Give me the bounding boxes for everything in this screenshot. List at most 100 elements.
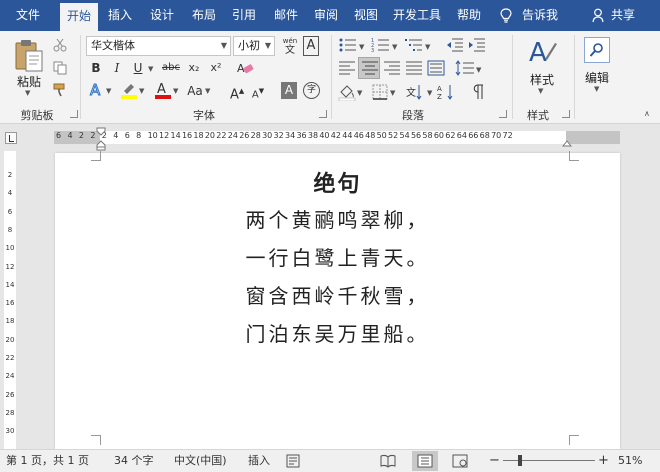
zoom-slider-track[interactable] bbox=[503, 460, 595, 461]
page-count[interactable]: 第 1 页，共 1 页 bbox=[6, 450, 89, 472]
paste-dropdown-icon[interactable]: ▼ bbox=[25, 89, 30, 97]
numbering-icon[interactable]: 123 bbox=[371, 37, 391, 53]
vertical-ruler[interactable]: 2 4 6 8 10 12 14 16 18 20 22 24 26 28 30 bbox=[0, 151, 18, 449]
show-formatting-marks-icon[interactable] bbox=[471, 83, 487, 101]
paste-icon[interactable] bbox=[14, 39, 44, 73]
text-effects-icon[interactable]: A bbox=[88, 81, 106, 99]
insert-mode-indicator[interactable]: 插入 bbox=[248, 450, 270, 472]
web-layout-icon[interactable] bbox=[452, 454, 468, 468]
share-button[interactable]: 共享 bbox=[611, 0, 635, 31]
tab-selector-icon[interactable] bbox=[5, 132, 17, 144]
enclose-characters-button[interactable]: 字 bbox=[303, 82, 320, 99]
italic-button[interactable]: I bbox=[109, 58, 125, 78]
font-color-dropdown-icon[interactable]: ▼ bbox=[173, 87, 178, 95]
find-button[interactable] bbox=[584, 37, 610, 63]
copy-icon[interactable] bbox=[53, 61, 67, 75]
styles-launcher-icon[interactable] bbox=[562, 110, 570, 118]
language-indicator[interactable]: 中文(中国) bbox=[174, 450, 227, 472]
user-icon[interactable] bbox=[592, 8, 606, 23]
phonetic-guide-button[interactable]: wén 文 bbox=[279, 36, 301, 56]
tab-file[interactable]: 文件 bbox=[4, 0, 52, 31]
poem-line[interactable]: 门泊东吴万里船。 bbox=[55, 315, 620, 353]
align-center-button[interactable] bbox=[358, 57, 380, 79]
tab-insert[interactable]: 插入 bbox=[102, 0, 138, 31]
line-spacing-dropdown-icon[interactable]: ▼ bbox=[476, 66, 481, 74]
tab-help[interactable]: 帮助 bbox=[451, 0, 487, 31]
align-right-icon[interactable] bbox=[383, 60, 401, 76]
tell-me-search[interactable]: 告诉我 bbox=[522, 0, 558, 31]
bold-button[interactable]: B bbox=[88, 58, 104, 78]
paste-label[interactable]: 粘贴 bbox=[14, 73, 44, 90]
editing-dropdown-icon[interactable]: ▼ bbox=[594, 85, 599, 93]
shrink-font-button[interactable]: A▼ bbox=[251, 81, 265, 101]
print-layout-button[interactable] bbox=[412, 451, 438, 471]
collapse-ribbon-icon[interactable]: ∧ bbox=[644, 109, 650, 118]
horizontal-ruler[interactable]: 6 4 2 2 2 4 6 8 10 12 14 16 18 20 22 24 26 28 30 32 34 36 38 40… bbox=[0, 124, 660, 151]
justify-icon[interactable] bbox=[405, 60, 423, 76]
clipboard-launcher-icon[interactable] bbox=[70, 110, 78, 118]
poem-line[interactable]: 一行白鹭上青天。 bbox=[55, 239, 620, 277]
tab-layout[interactable]: 布局 bbox=[186, 0, 222, 31]
zoom-slider-thumb[interactable] bbox=[518, 455, 522, 466]
bullets-dropdown-icon[interactable]: ▼ bbox=[359, 43, 364, 51]
poem-title[interactable]: 绝句 bbox=[55, 167, 620, 201]
borders-icon[interactable] bbox=[372, 84, 388, 100]
character-border-button[interactable]: A bbox=[303, 36, 319, 56]
grow-font-button[interactable]: A▲ bbox=[230, 81, 244, 102]
paragraph-launcher-icon[interactable] bbox=[499, 110, 507, 118]
editing-label[interactable]: 编辑 bbox=[578, 69, 616, 86]
tab-developer[interactable]: 开发工具 bbox=[389, 0, 445, 31]
align-left-icon[interactable] bbox=[338, 60, 356, 76]
numbering-dropdown-icon[interactable]: ▼ bbox=[392, 43, 397, 51]
zoom-in-button[interactable]: + bbox=[598, 450, 609, 472]
font-launcher-icon[interactable] bbox=[319, 110, 327, 118]
chinese-layout-dropdown-icon[interactable]: ▼ bbox=[427, 89, 432, 97]
cut-icon[interactable] bbox=[53, 38, 67, 52]
word-count[interactable]: 34 个字 bbox=[114, 450, 154, 472]
shading-dropdown-icon[interactable]: ▼ bbox=[357, 89, 362, 97]
strikethrough-button[interactable]: abc bbox=[160, 58, 182, 78]
multilevel-dropdown-icon[interactable]: ▼ bbox=[425, 43, 430, 51]
decrease-indent-icon[interactable] bbox=[446, 37, 464, 53]
borders-dropdown-icon[interactable]: ▼ bbox=[390, 89, 395, 97]
read-mode-icon[interactable] bbox=[380, 454, 396, 468]
subscript-button[interactable]: x₂ bbox=[185, 58, 203, 78]
styles-dropdown-icon[interactable]: ▼ bbox=[538, 87, 543, 95]
poem-body[interactable]: 绝句 两个黄鹂鸣翠柳， 一行白鹭上青天。 窗含西岭千秋雪， 门泊东吴万里船。 bbox=[55, 167, 620, 353]
font-size-select[interactable]: 小初 ▼ bbox=[233, 36, 275, 56]
multilevel-list-icon[interactable] bbox=[404, 37, 424, 53]
tab-review[interactable]: 审阅 bbox=[308, 0, 344, 31]
increase-indent-icon[interactable] bbox=[468, 37, 486, 53]
chinese-layout-icon[interactable]: 文 bbox=[406, 83, 426, 101]
tab-references[interactable]: 引用 bbox=[226, 0, 262, 31]
underline-button[interactable]: U bbox=[130, 58, 146, 78]
text-effects-dropdown-icon[interactable]: ▼ bbox=[106, 87, 111, 95]
poem-line[interactable]: 两个黄鹂鸣翠柳， bbox=[55, 201, 620, 239]
shading-icon[interactable] bbox=[338, 83, 356, 101]
sort-icon[interactable]: AZ bbox=[437, 83, 457, 101]
lightbulb-icon[interactable] bbox=[500, 8, 512, 23]
distributed-icon[interactable] bbox=[427, 60, 445, 76]
right-indent-marker-icon[interactable] bbox=[562, 139, 572, 147]
tab-design[interactable]: 设计 bbox=[144, 0, 180, 31]
highlighter-icon[interactable] bbox=[120, 81, 138, 99]
font-name-select[interactable]: 华文楷体 ▼ bbox=[86, 36, 231, 56]
highlight-dropdown-icon[interactable]: ▼ bbox=[139, 87, 144, 95]
format-painter-icon[interactable] bbox=[53, 83, 67, 97]
font-color-icon[interactable]: A bbox=[154, 81, 172, 99]
tab-home[interactable]: 开始 bbox=[60, 3, 98, 31]
document-canvas[interactable]: 绝句 两个黄鹂鸣翠柳， 一行白鹭上青天。 窗含西岭千秋雪， 门泊东吴万里船。 bbox=[18, 151, 660, 449]
tab-mailings[interactable]: 邮件 bbox=[268, 0, 304, 31]
zoom-level[interactable]: 51% bbox=[618, 450, 642, 472]
underline-dropdown-icon[interactable]: ▼ bbox=[148, 65, 153, 73]
line-spacing-icon[interactable] bbox=[455, 60, 475, 76]
document-page[interactable]: 绝句 两个黄鹂鸣翠柳， 一行白鹭上青天。 窗含西岭千秋雪， 门泊东吴万里船。 bbox=[55, 151, 620, 449]
styles-icon[interactable]: A bbox=[528, 37, 558, 67]
character-shading-button[interactable]: A bbox=[281, 82, 297, 99]
superscript-button[interactable]: x² bbox=[207, 58, 225, 78]
clear-formatting-icon[interactable]: A bbox=[236, 60, 254, 76]
styles-label[interactable]: 样式 bbox=[524, 71, 560, 88]
bullets-icon[interactable] bbox=[338, 37, 358, 53]
zoom-out-button[interactable]: − bbox=[489, 450, 500, 472]
tab-view[interactable]: 视图 bbox=[348, 0, 384, 31]
